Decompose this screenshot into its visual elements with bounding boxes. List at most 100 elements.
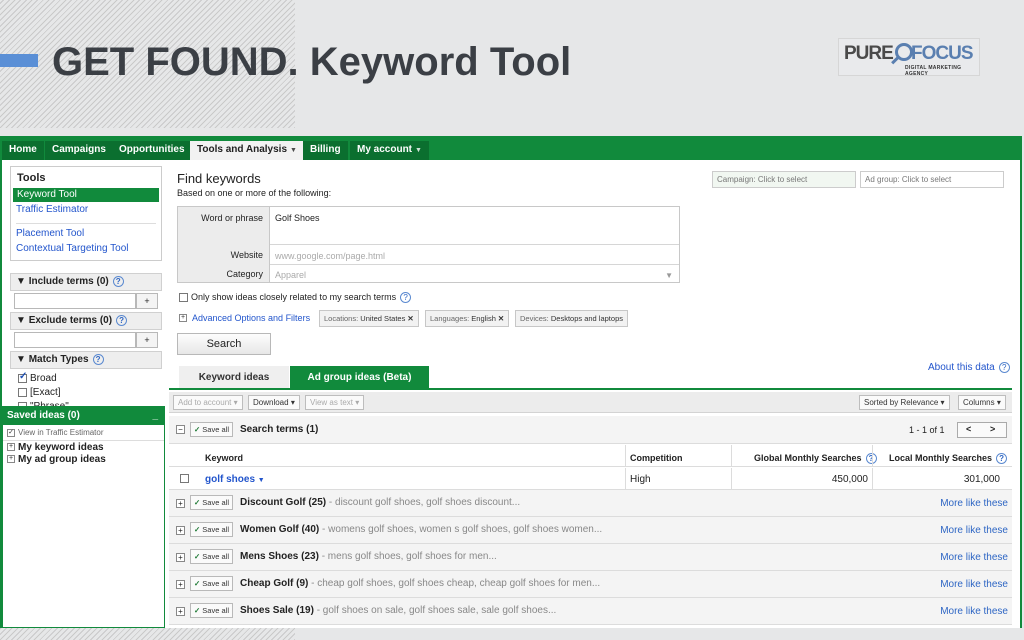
- expand-icon[interactable]: +: [176, 580, 185, 589]
- more-like-these-link[interactable]: More like these: [940, 498, 1008, 509]
- campaign-selector[interactable]: Campaign: Click to select: [712, 171, 856, 188]
- column-global-searches[interactable]: Global Monthly Searches?: [754, 453, 877, 465]
- prev-page-button[interactable]: <: [966, 424, 971, 434]
- checkbox-icon[interactable]: [179, 293, 188, 303]
- sort-dropdown[interactable]: Sorted by Relevance ▾: [859, 395, 950, 410]
- saved-ad-group-ideas[interactable]: + My ad group ideas: [3, 454, 164, 465]
- include-terms-input[interactable]: [14, 293, 136, 309]
- add-to-account-button[interactable]: Add to account ▾: [173, 395, 243, 410]
- save-all-button[interactable]: ✓ Save all: [190, 549, 233, 564]
- search-terms-title: Search terms (1): [240, 424, 319, 435]
- saved-keyword-ideas[interactable]: + My keyword ideas: [3, 442, 164, 453]
- help-icon[interactable]: ?: [998, 362, 1010, 373]
- columns-dropdown[interactable]: Columns ▾: [958, 395, 1006, 410]
- ad-group-selector[interactable]: Ad group: Click to select: [860, 171, 1004, 188]
- help-icon[interactable]: ?: [112, 275, 124, 287]
- location-chip[interactable]: Locations: United States ✕: [319, 310, 419, 327]
- next-page-button[interactable]: >: [990, 424, 995, 434]
- tab-ad-group-ideas[interactable]: Ad group ideas (Beta): [290, 366, 429, 389]
- tab-tools-and-analysis[interactable]: Tools and Analysis ▼: [190, 141, 304, 160]
- view-as-text-label: View as text: [310, 398, 353, 407]
- expand-icon[interactable]: +: [179, 314, 187, 322]
- word-phrase-label: Word or phrase: [201, 213, 263, 223]
- expand-icon[interactable]: +: [176, 526, 185, 535]
- column-keyword[interactable]: Keyword: [205, 453, 243, 463]
- close-icon[interactable]: ✕: [498, 314, 504, 323]
- expand-icon[interactable]: +: [176, 499, 185, 508]
- help-icon[interactable]: ?: [116, 314, 128, 326]
- tab-tools-label: Tools and Analysis: [197, 144, 288, 155]
- save-all-button[interactable]: ✓ Save all: [190, 495, 233, 510]
- exclude-terms-input[interactable]: [14, 332, 136, 348]
- column-competition[interactable]: Competition: [630, 453, 683, 463]
- include-add-button[interactable]: +: [136, 293, 158, 309]
- include-terms-header[interactable]: ▼ Include terms (0)?: [10, 273, 162, 291]
- dropdown-arrow-icon[interactable]: ▼: [665, 271, 673, 280]
- about-this-data-link[interactable]: About this data?: [928, 362, 1010, 373]
- word-phrase-input[interactable]: Golf Shoes: [275, 213, 320, 223]
- tab-underline: [169, 388, 1012, 390]
- match-types-header[interactable]: ▼ Match Types?: [10, 351, 162, 369]
- chip-value: United States: [360, 314, 406, 323]
- close-icon[interactable]: ✕: [407, 314, 413, 323]
- save-all-button[interactable]: ✓ Save all: [190, 576, 233, 591]
- save-all-button[interactable]: ✓ Save all: [190, 422, 233, 437]
- only-show-closely-related[interactable]: Only show ideas closely related to my se…: [179, 292, 412, 304]
- help-icon[interactable]: ?: [400, 292, 412, 304]
- expand-icon[interactable]: +: [176, 607, 185, 616]
- sidebar-item-placement-tool[interactable]: Placement Tool: [16, 228, 84, 239]
- more-like-these-link[interactable]: More like these: [940, 606, 1008, 617]
- save-all-label: Save all: [202, 552, 229, 561]
- row-checkbox[interactable]: [180, 474, 189, 483]
- keyword-tool-app: Tools Keyword Tool Traffic Estimator Pla…: [0, 160, 1022, 628]
- more-like-these-link[interactable]: More like these: [940, 525, 1008, 536]
- tab-billing[interactable]: Billing: [303, 141, 348, 160]
- match-broad-label: Broad: [30, 373, 57, 384]
- group-description: - golf shoes on sale, golf shoes sale, s…: [316, 605, 557, 616]
- language-chip[interactable]: Languages: English ✕: [425, 310, 510, 327]
- more-like-these-link[interactable]: More like these: [940, 579, 1008, 590]
- expand-icon[interactable]: +: [176, 553, 185, 562]
- search-button[interactable]: Search: [177, 333, 271, 355]
- more-like-these-link[interactable]: More like these: [940, 552, 1008, 563]
- match-broad-checkbox[interactable]: Broad: [18, 371, 57, 384]
- tab-keyword-ideas[interactable]: Keyword ideas: [179, 366, 289, 389]
- expand-icon[interactable]: +: [7, 455, 15, 464]
- sidebar-item-traffic-estimator[interactable]: Traffic Estimator: [16, 204, 88, 215]
- minimize-button[interactable]: _: [152, 407, 158, 425]
- tab-my-account[interactable]: My account ▼: [350, 141, 429, 160]
- tab-opportunities[interactable]: Opportunities: [112, 141, 192, 160]
- expand-icon[interactable]: +: [7, 443, 15, 452]
- ad-group-title: Women Golf (40) - womens golf shoes, wom…: [240, 524, 602, 535]
- group-name: Shoes Sale (19): [240, 605, 314, 616]
- advanced-options-link[interactable]: Advanced Options and Filters: [192, 313, 310, 323]
- column-local-searches[interactable]: Local Monthly Searches?: [889, 453, 1008, 465]
- tab-billing-label: Billing: [310, 144, 341, 155]
- divider: [625, 468, 626, 490]
- exclude-add-button[interactable]: +: [136, 332, 158, 348]
- collapse-icon[interactable]: −: [176, 425, 185, 434]
- match-exact-checkbox[interactable]: [Exact]: [18, 387, 61, 398]
- keyword-link[interactable]: golf shoes ▼: [205, 474, 265, 485]
- help-icon[interactable]: ?: [996, 453, 1008, 465]
- view-traffic-estimator[interactable]: ✓ View in Traffic Estimator: [3, 425, 164, 441]
- category-select[interactable]: Apparel: [275, 270, 306, 280]
- help-icon[interactable]: ?: [92, 353, 104, 365]
- slide-title: GET FOUND. Keyword Tool: [52, 40, 572, 84]
- tab-campaigns[interactable]: Campaigns: [45, 141, 113, 160]
- download-button[interactable]: Download ▾: [248, 395, 300, 410]
- tools-title: Tools: [17, 172, 46, 184]
- save-all-button[interactable]: ✓ Save all: [190, 603, 233, 618]
- exclude-terms-header[interactable]: ▼ Exclude terms (0)?: [10, 312, 162, 330]
- devices-chip[interactable]: Devices: Desktops and laptops: [515, 310, 628, 327]
- ad-group-row: + ✓ Save all Mens Shoes (23) - mens golf …: [169, 544, 1012, 571]
- sidebar-item-contextual-targeting[interactable]: Contextual Targeting Tool: [16, 243, 129, 254]
- view-as-text-button[interactable]: View as text ▾: [305, 395, 365, 410]
- save-all-button[interactable]: ✓ Save all: [190, 522, 233, 537]
- checkbox-checked-icon: [18, 371, 27, 383]
- website-input[interactable]: www.google.com/page.html: [275, 251, 385, 261]
- tab-opportunities-label: Opportunities: [119, 144, 185, 155]
- tab-home[interactable]: Home: [2, 141, 44, 160]
- group-name: Discount Golf (25): [240, 497, 327, 508]
- sidebar-item-keyword-tool[interactable]: Keyword Tool: [13, 188, 159, 202]
